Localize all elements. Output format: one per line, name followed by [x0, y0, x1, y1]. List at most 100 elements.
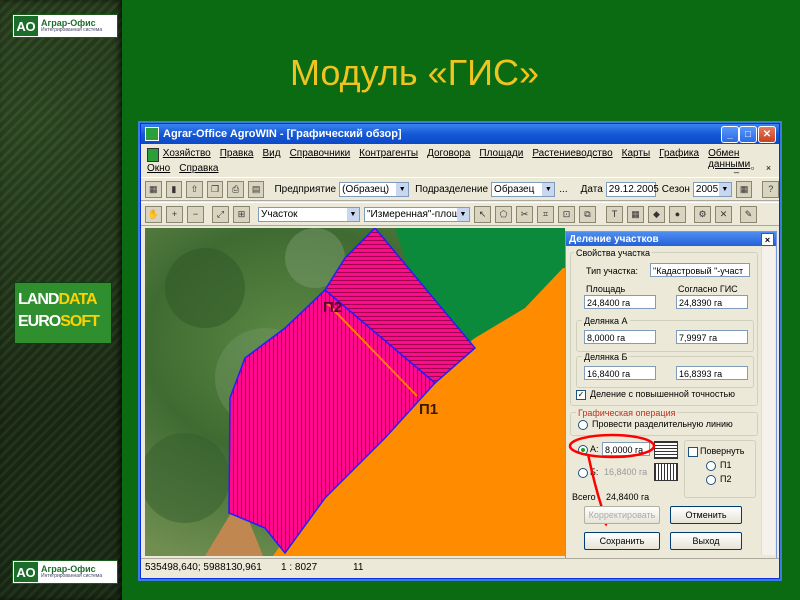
select-icon[interactable]: ⌗	[537, 205, 554, 223]
more-button[interactable]: ...	[559, 184, 567, 195]
enterprise-value: (Образец)	[342, 183, 390, 195]
plot-b-field[interactable]: 16,8400 га	[584, 366, 656, 380]
logo-mark: АО	[14, 562, 38, 582]
preview-icon[interactable]: ▤	[247, 180, 265, 198]
date-value: 29.12.2005	[608, 183, 659, 195]
chevron-down-icon[interactable]: ▼	[718, 182, 731, 196]
chevron-down-icon[interactable]: ▼	[542, 182, 555, 196]
mdi-minimize-button[interactable]: _	[731, 163, 742, 174]
menu-item-areas[interactable]: Площади	[479, 148, 523, 170]
p2-label: П2	[720, 474, 732, 484]
mdi-close-button[interactable]: ×	[763, 163, 774, 174]
save-button[interactable]: Сохранить	[584, 532, 660, 550]
layer-select[interactable]: Участок ▼	[258, 206, 360, 222]
correct-button[interactable]: Корректировать	[584, 506, 660, 524]
window-titlebar[interactable]: Agrar-Office AgroWIN - [Графический обзо…	[141, 124, 779, 144]
close-button[interactable]: ✕	[758, 126, 776, 143]
division-value: Образец	[494, 183, 535, 195]
calendar-icon[interactable]: ▦	[735, 180, 753, 198]
props-group-label: Свойства участка	[574, 248, 652, 258]
p2-radio[interactable]	[706, 475, 716, 485]
zoom-extent-icon[interactable]: ⤢	[212, 205, 229, 223]
chevron-down-icon[interactable]: ▼	[347, 207, 359, 221]
gis-area-field[interactable]: 24,8390 га	[676, 295, 748, 309]
export-icon[interactable]: ⇧	[186, 180, 203, 198]
menu-item-window[interactable]: Окно	[147, 163, 170, 174]
menu-item-references[interactable]: Справочники	[290, 148, 351, 170]
copy-icon[interactable]: ❐	[206, 180, 224, 198]
menu-item-contracts[interactable]: Договора	[427, 148, 470, 170]
status-coords: 535498,640; 5988130,961	[145, 562, 262, 573]
color-icon[interactable]: ●	[669, 205, 686, 223]
dialog-scrollbar[interactable]	[761, 247, 775, 555]
layers-icon[interactable]: ⧉	[579, 205, 596, 223]
draw-line-radio[interactable]	[578, 420, 588, 430]
map-canvas[interactable]: П2 П1	[145, 228, 565, 556]
split-icon[interactable]: ✂	[516, 205, 533, 223]
pointer-icon[interactable]: ↖	[474, 205, 491, 223]
doc-icon[interactable]	[147, 148, 159, 162]
split-plots-dialog: Деление участков × Свойства участка Тип …	[565, 231, 777, 559]
plot-b-label: Делянка Б	[582, 352, 630, 362]
menu-item-graphics[interactable]: Графика	[659, 148, 699, 170]
zoom-fit-icon[interactable]: ⊞	[233, 205, 250, 223]
logo-mark: АО	[14, 16, 38, 36]
measure-select[interactable]: "Измеренная"-площ ▼	[364, 206, 470, 222]
legend-icon[interactable]: ◆	[648, 205, 665, 223]
menu-item-contractors[interactable]: Контрагенты	[359, 148, 418, 170]
status-bar: 535498,640; 5988130,961 1 : 8027 11	[141, 558, 779, 577]
properties-icon[interactable]: ⚙	[694, 205, 711, 223]
toolbar-map: ✋ + − ⤢ ⊞ Участок ▼ "Измеренная"-площ ▼ …	[141, 202, 779, 226]
division-select[interactable]: Образец ▼	[491, 181, 556, 197]
hand-icon[interactable]: ✋	[145, 205, 162, 223]
menu-item-maps[interactable]: Карты	[622, 148, 651, 170]
exit-button[interactable]: Выход	[670, 532, 742, 550]
date-field[interactable]: 29.12.2005	[605, 181, 659, 197]
text-icon[interactable]: T	[606, 205, 623, 223]
dialog-close-button[interactable]: ×	[761, 233, 774, 246]
menu-item-crops[interactable]: Растениеводство	[532, 148, 612, 170]
delete-icon[interactable]: ✕	[715, 205, 732, 223]
polygon-icon[interactable]: ⬠	[495, 205, 512, 223]
menu-bar: Хозяйство Правка Вид Справочники Контраг…	[141, 145, 779, 175]
help-pointer-icon[interactable]: ?	[762, 180, 780, 198]
print-icon[interactable]: ⎙	[227, 180, 244, 198]
agrar-office-logo-top: АО Аграр-Офис Интегрированная система	[12, 14, 118, 38]
zoom-in-icon[interactable]: +	[166, 205, 183, 223]
app-icon	[145, 127, 159, 141]
chevron-down-icon[interactable]: ▼	[457, 207, 469, 221]
chart-icon[interactable]: ▮	[165, 180, 183, 198]
wand-icon[interactable]: ✎	[740, 205, 757, 223]
p1-radio[interactable]	[706, 461, 716, 471]
area-field[interactable]: 24,8400 га	[584, 295, 656, 309]
season-select[interactable]: 2005 ▼	[692, 181, 732, 197]
map-icon[interactable]: ▦	[145, 180, 162, 198]
plot-b-gis-field[interactable]: 16,8393 га	[676, 366, 748, 380]
maximize-button[interactable]: □	[739, 126, 757, 143]
dialog-titlebar[interactable]: Деление участков ×	[566, 232, 776, 246]
type-field[interactable]: "Кадастровый "-участ	[650, 263, 750, 277]
app-window: Agrar-Office AgroWIN - [Графический обзо…	[140, 123, 780, 579]
cancel-button[interactable]: Отменить	[670, 506, 742, 524]
rotate-checkbox[interactable]	[688, 447, 698, 457]
zoom-out-icon[interactable]: −	[187, 205, 204, 223]
menu-item-help[interactable]: Справка	[179, 163, 218, 174]
enterprise-select[interactable]: (Образец) ▼	[339, 181, 410, 197]
gis-label: Согласно ГИС	[678, 284, 738, 294]
enterprise-label: Предприятие	[274, 183, 337, 195]
measure-icon[interactable]: ⊡	[558, 205, 575, 223]
plot-a-field[interactable]: 8,0000 га	[584, 330, 656, 344]
minimize-button[interactable]: _	[721, 126, 739, 143]
draw-line-label: Провести разделительную линию	[592, 419, 733, 429]
label-p1: П1	[419, 401, 438, 418]
mdi-restore-button[interactable]: ▫	[747, 163, 758, 174]
menu-item-view[interactable]: Вид	[262, 148, 280, 170]
slide-title: Модуль «ГИС»	[290, 52, 540, 93]
logo-tagline: Интегрированная система	[41, 573, 103, 579]
table-icon[interactable]: ▦	[627, 205, 644, 223]
precision-checkbox[interactable]: ✓	[576, 390, 586, 400]
logo-soft: SOFT	[60, 313, 100, 330]
status-number: 11	[353, 562, 364, 573]
chevron-down-icon[interactable]: ▼	[396, 182, 409, 196]
plot-a-gis-field[interactable]: 7,9997 га	[676, 330, 748, 344]
